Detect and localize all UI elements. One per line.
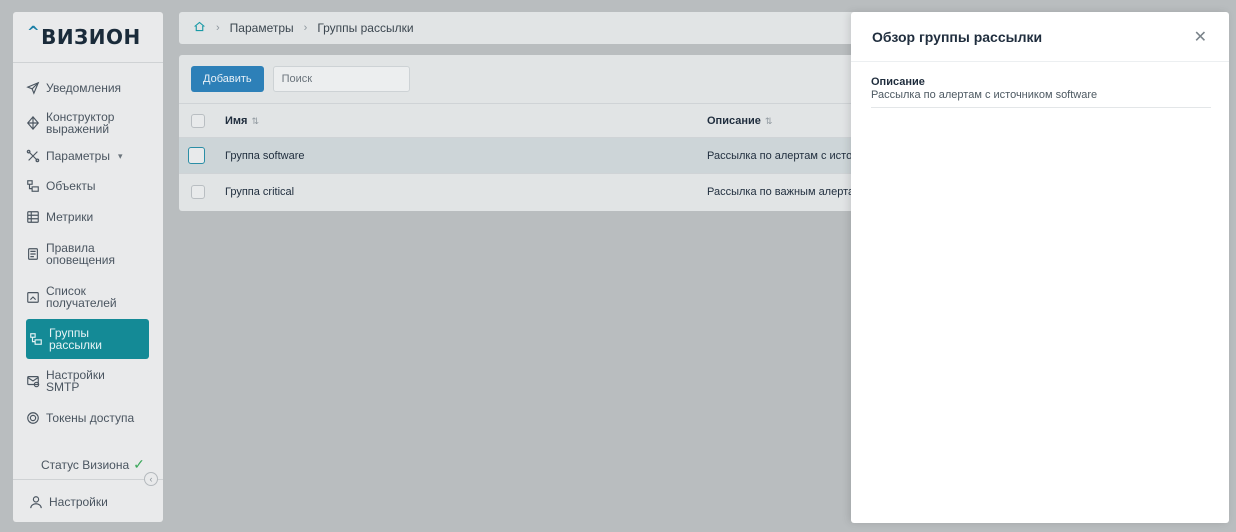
sidebar-item-label: Уведомления — [46, 81, 122, 95]
sidebar-item-label-2: получателей — [46, 296, 117, 310]
sort-icon[interactable]: ⇅ — [251, 116, 259, 126]
row-name: Группа critical — [225, 185, 295, 198]
table-row[interactable]: Группа critical Рассылка по важным алерт… — [179, 173, 879, 209]
groups-table: Имя ⇅ Описание ⇅ Группа software Рассылка … — [179, 103, 879, 209]
add-button[interactable]: Добавить — [191, 66, 264, 92]
rules-icon — [26, 247, 40, 261]
metrics-icon — [26, 210, 40, 224]
tools-icon — [26, 149, 40, 163]
status-label: Статус Визиона — [41, 457, 130, 472]
sidebar-item-notifications[interactable]: Уведомления — [13, 71, 163, 105]
sidebar-divider-bottom — [13, 479, 163, 480]
breadcrumb-separator-icon: › — [216, 22, 220, 34]
row-name: Группа software — [225, 149, 305, 162]
sidebar-item-alert-rules[interactable]: Правила оповещения — [13, 233, 163, 275]
chevron-down-icon: ▾ — [117, 150, 123, 161]
sidebar-item-parameters[interactable]: Параметры ▾ — [13, 141, 163, 171]
check-icon: ✓ — [133, 456, 145, 472]
app-logo[interactable]: ^ ВИЗИОН — [13, 12, 163, 62]
groups-icon — [29, 332, 43, 346]
search-input[interactable]: Поиск — [272, 66, 410, 92]
sidebar-item-label-2: оповещения — [46, 253, 115, 267]
row-checkbox[interactable] — [191, 184, 205, 199]
sidebar-item-settings[interactable]: Настройки — [29, 495, 108, 509]
breadcrumb-item[interactable]: Параметры — [230, 21, 294, 35]
table-header: Имя ⇅ Описание ⇅ — [179, 103, 879, 137]
sidebar-divider — [13, 62, 163, 63]
collapse-sidebar-button[interactable]: ‹ — [144, 472, 158, 486]
sidebar-item-recipients[interactable]: Список получателей — [13, 275, 163, 319]
sidebar-item-label: Метрики — [46, 210, 94, 224]
breadcrumb-separator-icon: › — [303, 22, 308, 34]
sidebar-item-smtp[interactable]: Настройки SMTP — [13, 359, 163, 403]
table-row[interactable]: Группа software Рассылка по алертам с ис… — [179, 137, 879, 173]
field-value: Рассылка по алертам с источником softwar… — [871, 89, 1098, 101]
sidebar-item-label: Токены доступа — [46, 411, 135, 425]
home-icon[interactable] — [193, 20, 206, 36]
column-header-name[interactable]: Имя ⇅ — [225, 115, 259, 127]
row-description: Рассылка по важным алерта — [707, 185, 855, 198]
select-all-checkbox[interactable] — [191, 113, 205, 128]
send-icon — [26, 81, 40, 95]
close-icon[interactable]: ✕ — [1194, 27, 1207, 47]
sidebar-item-label-2: рассылки — [49, 338, 102, 352]
sidebar-item-mailing-groups[interactable]: Группы рассылки — [26, 319, 149, 359]
objects-icon — [26, 179, 40, 193]
main-content: Добавить Поиск Имя ⇅ Описание ⇅ Группа sof… — [179, 55, 879, 211]
sidebar-item-objects[interactable]: Объекты — [13, 171, 163, 201]
drawer-title: Обзор группы рассылки — [872, 28, 1043, 45]
sidebar-nav: Уведомления Конструктор выражений Парамет… — [13, 71, 163, 433]
field-label: Описание — [871, 76, 925, 88]
sort-icon[interactable]: ⇅ — [765, 116, 773, 126]
smtp-icon — [26, 374, 40, 388]
group-overview-drawer: Обзор группы рассылки ✕ Описание Рассылк… — [851, 12, 1229, 523]
sidebar-item-expression-builder[interactable]: Конструктор выражений — [13, 105, 163, 141]
token-icon — [26, 411, 40, 425]
column-header-description[interactable]: Описание ⇅ — [707, 115, 772, 127]
drawer-header: Обзор группы рассылки ✕ — [851, 12, 1229, 62]
sidebar-item-label: Настройки — [49, 495, 108, 509]
breadcrumb: › Параметры › Группы рассылки — [179, 12, 879, 44]
constructor-icon — [26, 116, 40, 130]
row-checkbox[interactable] — [188, 147, 205, 164]
sidebar-item-metrics[interactable]: Метрики — [13, 201, 163, 233]
status-indicator[interactable]: Статус Визиона ✓ — [41, 456, 145, 473]
row-description: Рассылка по алертам с исто — [707, 149, 853, 162]
description-field: Описание Рассылка по алертам с источнико… — [871, 76, 1211, 108]
breadcrumb-item-current: Группы рассылки — [317, 21, 414, 35]
recipients-icon — [26, 290, 40, 304]
toolbar: Добавить Поиск — [191, 66, 410, 92]
sidebar-item-access-tokens[interactable]: Токены доступа — [13, 403, 163, 433]
sidebar: ^ ВИЗИОН Уведомления Конструктор выражений… — [13, 12, 163, 522]
sidebar-item-label: Параметры — [46, 149, 110, 163]
user-icon — [29, 495, 43, 509]
sidebar-item-label-2: SMTP — [46, 380, 80, 394]
sidebar-item-label: Объекты — [46, 179, 96, 193]
sidebar-item-label-2: выражений — [46, 122, 110, 136]
